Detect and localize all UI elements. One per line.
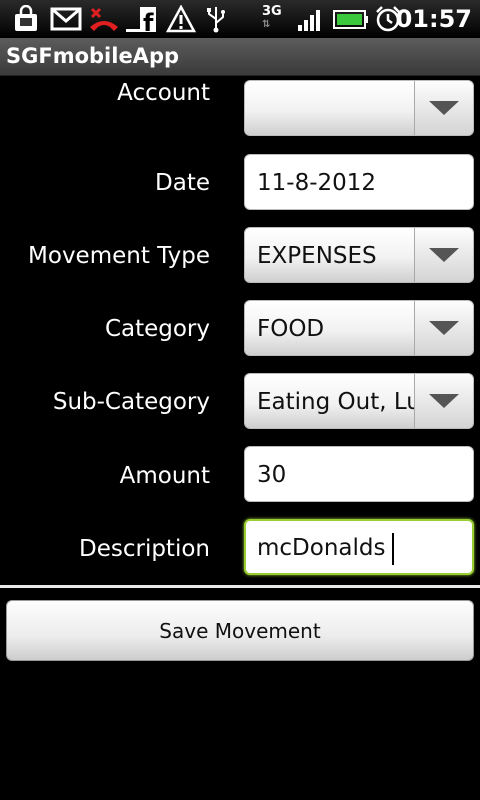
usb-icon xyxy=(207,7,225,33)
movement-type-label: Movement Type xyxy=(28,243,210,269)
amount-field[interactable]: 30 xyxy=(244,446,474,502)
sub-category-value: Eating Out, Lu xyxy=(257,389,417,415)
text-cursor xyxy=(392,533,394,565)
movement-type-spinner[interactable]: EXPENSES xyxy=(244,227,474,283)
category-spinner[interactable]: FOOD xyxy=(244,300,474,356)
account-spinner[interactable] xyxy=(244,80,474,136)
date-value: 11-8-2012 xyxy=(257,170,377,196)
signal-icon xyxy=(298,10,320,31)
app-title: SGFmobileApp xyxy=(6,44,180,68)
account-dropdown-button[interactable] xyxy=(414,81,473,135)
status-bar: f 3G ⇅ 01:57 xyxy=(0,0,480,38)
warning-icon xyxy=(166,5,196,33)
account-label: Account xyxy=(117,80,210,106)
battery-icon xyxy=(333,10,368,29)
movement-type-dropdown-button[interactable] xyxy=(414,228,473,282)
sub-category-spinner[interactable]: Eating Out, Lu xyxy=(244,373,474,429)
clock: 01:57 xyxy=(395,5,472,33)
gmail-icon xyxy=(50,7,82,31)
chevron-down-icon xyxy=(429,248,459,262)
category-dropdown-button[interactable] xyxy=(414,301,473,355)
date-label: Date xyxy=(155,170,210,196)
chevron-down-icon xyxy=(429,101,459,115)
amount-value: 30 xyxy=(257,462,287,488)
description-value: mcDonalds xyxy=(257,535,386,561)
sub-category-dropdown-button[interactable] xyxy=(414,374,473,428)
category-value: FOOD xyxy=(257,316,325,342)
save-movement-button[interactable]: Save Movement xyxy=(6,600,474,661)
date-field[interactable]: 11-8-2012 xyxy=(244,154,474,210)
market-icon xyxy=(15,5,37,31)
network-label: 3G xyxy=(262,4,282,19)
chevron-down-icon xyxy=(429,321,459,335)
missed-call-icon xyxy=(90,7,118,31)
sub-category-label: Sub-Category xyxy=(52,389,210,415)
category-label: Category xyxy=(104,316,210,342)
description-label: Description xyxy=(79,536,210,562)
svg-text:f: f xyxy=(143,9,154,33)
title-bar: SGFmobileApp xyxy=(0,38,480,76)
divider xyxy=(0,585,480,588)
chevron-down-icon xyxy=(429,394,459,408)
movement-type-value: EXPENSES xyxy=(257,243,377,269)
amount-label: Amount xyxy=(119,463,210,489)
network-3g-icon: 3G ⇅ xyxy=(262,4,282,31)
facebook-icon: f xyxy=(126,7,156,33)
description-field[interactable]: mcDonalds xyxy=(244,519,474,575)
